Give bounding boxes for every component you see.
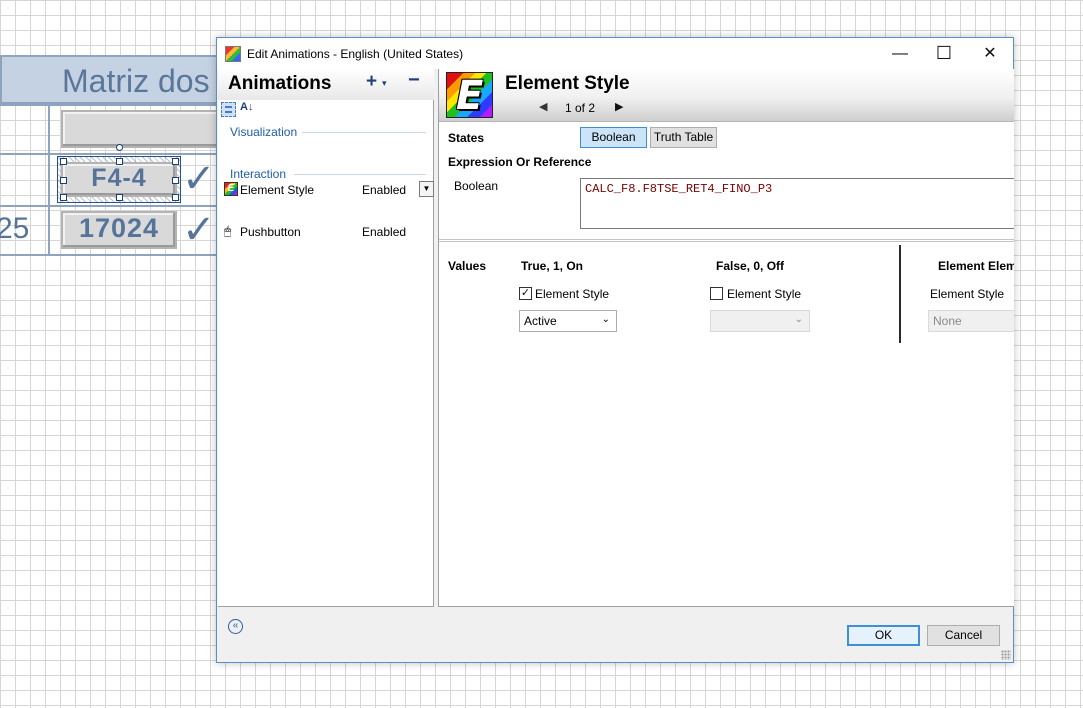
resize-grip[interactable] [1001, 650, 1011, 660]
grid-line [0, 254, 230, 256]
true-element-style-checkbox[interactable]: ✓ [519, 287, 532, 300]
minimize-button[interactable]: — [877, 38, 923, 69]
resize-handle[interactable] [116, 194, 123, 201]
sort-toolbar: A↓ [218, 100, 434, 120]
maximize-button[interactable]: ☐ [921, 38, 967, 69]
resize-handle[interactable] [60, 177, 67, 184]
tab-boolean[interactable]: Boolean [580, 127, 647, 148]
resize-handle[interactable] [172, 177, 179, 184]
boolean-label: Boolean [454, 179, 499, 193]
cancel-button[interactable]: Cancel [927, 625, 1000, 646]
previous-page-icon[interactable]: ◀ [539, 100, 547, 113]
false-style-select: ⌄ [710, 310, 810, 332]
next-page-icon[interactable]: ▶ [615, 100, 623, 113]
element-column-header: Element Elem [938, 259, 1014, 273]
third-style-select: None [928, 310, 1014, 332]
element-style-icon: E [224, 182, 238, 196]
animations-header: Animations + ▾ − [218, 69, 434, 100]
third-select-value: None [933, 314, 962, 328]
canvas-button-17024[interactable]: 17024 [61, 211, 177, 249]
matrix-title: Matriz dos [62, 63, 210, 99]
grid-line [0, 153, 230, 155]
pager-label: 1 of 2 [565, 101, 596, 115]
animations-title: Animations [228, 73, 332, 94]
true-checkbox-label: Element Style [535, 287, 610, 301]
group-label-interaction: Interaction [230, 167, 287, 181]
false-element-style-checkbox[interactable] [710, 287, 723, 300]
group-label-visualization: Visualization [230, 125, 298, 139]
expression-label: Expression Or Reference [448, 155, 592, 169]
alphabetical-sort-icon[interactable]: A↓ [240, 101, 253, 113]
canvas-button-f44[interactable]: F4-4 [61, 162, 177, 197]
column-separator [899, 245, 901, 343]
expression-input[interactable]: CALC_F8.F8TSE_RET4_FINO_P3 [580, 178, 1014, 229]
tab-truth-table[interactable]: Truth Table [650, 127, 717, 148]
chevron-down-icon: ⌄ [601, 314, 610, 325]
resize-handle[interactable] [116, 158, 123, 165]
values-label: Values [448, 259, 487, 273]
animation-item-pushbutton[interactable]: 🖱 Pushbutton Enabled [223, 223, 434, 241]
add-animation-button[interactable]: + [366, 71, 377, 93]
resize-handle[interactable] [172, 194, 179, 201]
ok-button[interactable]: OK [847, 625, 920, 646]
resize-handle[interactable] [172, 158, 179, 165]
resize-handle[interactable] [60, 194, 67, 201]
animation-name: Pushbutton [240, 225, 301, 239]
rotate-handle[interactable] [116, 144, 123, 151]
grid-line [48, 104, 50, 256]
window-title: Edit Animations - English (United States… [247, 47, 464, 61]
add-dropdown-icon[interactable]: ▾ [382, 78, 387, 89]
remove-animation-button[interactable]: − [408, 69, 420, 92]
row-number: 25 [0, 212, 30, 245]
animation-state: Enabled [362, 183, 407, 197]
true-column-header: True, 1, On [521, 259, 584, 273]
true-select-value: Active [524, 314, 557, 328]
group-divider [294, 174, 426, 175]
third-column-label: Element Style [930, 287, 1005, 301]
element-style-large-icon: E [446, 72, 493, 119]
false-checkbox-label: Element Style [727, 287, 802, 301]
state-dropdown-button[interactable]: ▼ [419, 181, 434, 197]
false-column-header: False, 0, Off [716, 259, 785, 273]
true-style-select[interactable]: Active ⌄ [519, 310, 617, 332]
detail-title: Element Style [505, 73, 630, 94]
animation-state: Enabled [362, 225, 407, 239]
canvas-blank-button[interactable] [61, 110, 221, 148]
title-bar: Edit Animations - English (United States… [217, 38, 1013, 69]
chevron-down-icon: ⌄ [794, 314, 803, 325]
categorized-view-icon[interactable] [221, 102, 236, 117]
section-divider [439, 239, 1014, 242]
states-label: States [448, 131, 485, 145]
grid-line [0, 104, 230, 106]
close-button[interactable]: ✕ [967, 38, 1013, 69]
animation-name: Element Style [240, 183, 315, 197]
animation-item-element-style[interactable]: E Element Style Enabled ▼ [223, 181, 434, 199]
checkmark-icon: ✓ [182, 157, 216, 201]
app-icon [225, 46, 241, 62]
animation-detail-pane: E Element Style ◀ 1 of 2 ▶ States Boolea… [438, 69, 1014, 607]
resize-handle[interactable] [60, 158, 67, 165]
edit-animations-dialog: Edit Animations - English (United States… [216, 37, 1014, 663]
detail-header: E Element Style ◀ 1 of 2 ▶ [439, 69, 1014, 122]
grid-line [0, 205, 230, 207]
animations-list-pane: Animations + ▾ − A↓ Visualization E Elem… [218, 69, 434, 607]
pushbutton-icon: 🖱 [224, 224, 232, 238]
group-divider [302, 132, 426, 133]
checkmark-icon: ✓ [182, 208, 216, 252]
collapse-pane-icon[interactable]: « [228, 619, 243, 634]
